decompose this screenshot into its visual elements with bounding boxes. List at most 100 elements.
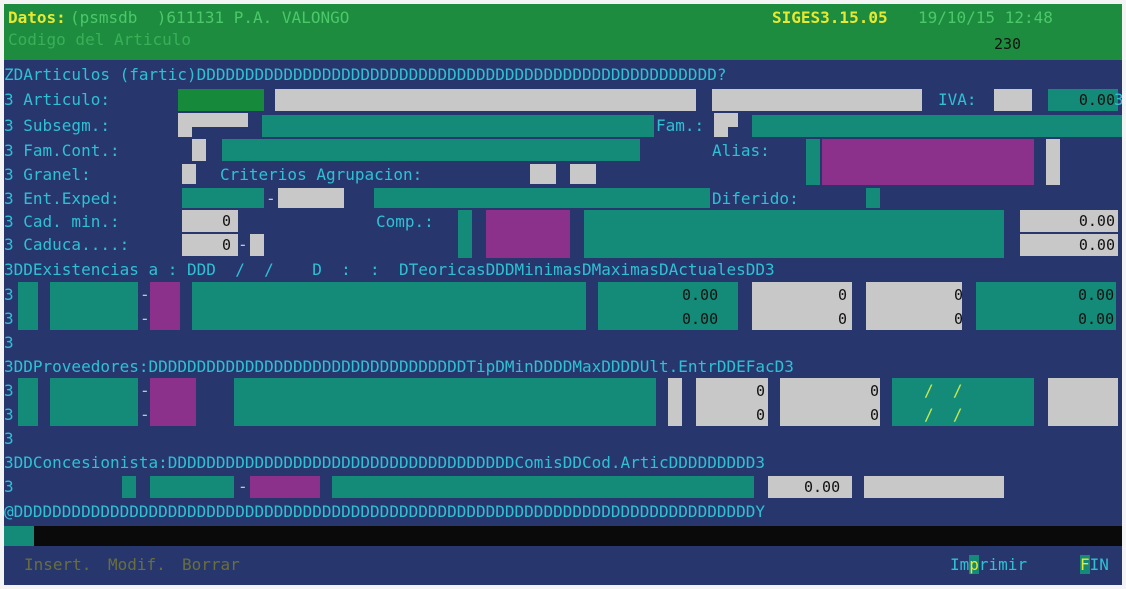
proveedores-subcode-field[interactable] <box>150 378 196 426</box>
proveedores-ultentr-2: / / <box>924 405 963 424</box>
subsegm-description-field[interactable] <box>262 115 654 137</box>
concesionista-edge: 3 <box>4 477 14 496</box>
proveedores-code-field[interactable] <box>50 378 138 426</box>
granel-label: 3 Granel: <box>4 165 91 184</box>
existencias-almacen-field[interactable] <box>50 282 138 330</box>
famcont-label: 3 Fam.Cont.: <box>4 141 120 160</box>
proveedores-max-1: 0 <box>870 382 880 400</box>
fam-code-corner <box>714 127 728 137</box>
proveedores-efac-field[interactable] <box>1048 378 1118 426</box>
command-line[interactable] <box>4 526 1122 546</box>
existencias-dash-2: - <box>140 309 150 328</box>
proveedores-min-1: 0 <box>756 382 766 400</box>
bottom-border: @DDDDDDDDDDDDDDDDDDDDDDDDDDDDDDDDDDDDDDD… <box>4 502 765 521</box>
alias-label: Alias: <box>712 141 770 160</box>
version-label: SIGES3.15.05 <box>772 8 888 27</box>
existencias-maximas-1: 0 <box>954 286 964 304</box>
articulo-code-field[interactable] <box>178 89 264 111</box>
fin-key[interactable]: FIN <box>1080 554 1109 576</box>
proveedores-ultentr-1: / / <box>924 381 963 400</box>
fam-label: Fam.: <box>656 116 705 135</box>
imprimir-part-a: Im <box>950 555 970 574</box>
existencias-edge-2: 3 <box>4 309 14 328</box>
proveedores-prefix-field[interactable] <box>18 378 38 426</box>
diferido-label: Diferido: <box>712 189 799 208</box>
proveedores-section-header: 3DDProveedores:DDDDDDDDDDDDDDDDDDDDDDDDD… <box>4 357 794 376</box>
existencias-maximas-2: 0 <box>954 310 964 328</box>
existencias-prefix-field[interactable] <box>18 282 38 330</box>
existencias-minimas-field[interactable] <box>752 282 852 330</box>
proveedores-dash-2: - <box>140 405 150 424</box>
subsegm-label: 3 Subsegm.: <box>4 116 110 135</box>
proveedores-edge-2: 3 <box>4 405 14 424</box>
fam-code-field[interactable] <box>714 113 738 127</box>
cadmin-field[interactable]: 0 <box>182 210 238 232</box>
fin-hotkey: F <box>1080 555 1090 574</box>
caduca-right-field[interactable]: 0.00 <box>1020 234 1118 256</box>
famcont-description-field[interactable] <box>222 139 640 161</box>
caduca-field[interactable]: 0 <box>182 234 238 256</box>
existencias-edge-3: 3 <box>4 333 14 352</box>
articulo-label: 3 Articulo: <box>4 90 110 109</box>
concesionista-section-header: 3DDConcesionista:DDDDDDDDDDDDDDDDDDDDDDD… <box>4 453 765 472</box>
insert-key[interactable]: Insert. <box>24 554 91 576</box>
concesionista-name-field[interactable] <box>332 476 754 498</box>
caduca-unit-field[interactable] <box>250 234 264 256</box>
alias-suffix-field[interactable] <box>1046 139 1060 185</box>
proveedores-max-field[interactable] <box>780 378 880 426</box>
proveedores-max-2: 0 <box>870 406 880 424</box>
iva-label: IVA: <box>938 90 977 109</box>
comp-magenta-field[interactable] <box>486 210 570 258</box>
existencias-maximas-field[interactable] <box>866 282 962 330</box>
caduca-dash: - <box>238 235 248 254</box>
fam-description-field[interactable] <box>752 115 1122 137</box>
proveedores-name-field[interactable] <box>234 378 656 426</box>
existencias-actuales-1: 0.00 <box>1078 286 1115 304</box>
criterios-label: Criterios Agrupacion: <box>220 165 423 184</box>
alias-field[interactable] <box>822 139 1034 185</box>
entexped-subcode-field[interactable] <box>278 188 344 208</box>
existencias-teoricas-2: 0.00 <box>682 310 719 328</box>
alias-prefix-field <box>806 139 820 185</box>
comp-label: Comp.: <box>376 212 434 231</box>
criterios-field-1[interactable] <box>530 164 556 184</box>
terminal-screen: Datos: (psmsdb )611131 P.A. VALONGO SIGE… <box>4 4 1122 585</box>
diferido-field[interactable] <box>866 188 880 208</box>
codigo-value[interactable]: 230 <box>994 34 1021 54</box>
iva-value-field[interactable]: 0.00 <box>1048 89 1118 111</box>
datos-value: (psmsdb )611131 P.A. VALONGO <box>70 8 350 27</box>
existencias-edge-1: 3 <box>4 285 14 304</box>
proveedores-dash-1: - <box>140 381 150 400</box>
modif-key[interactable]: Modif. <box>108 554 166 576</box>
borrar-key[interactable]: Borrar <box>182 554 240 576</box>
concesionista-code-field[interactable] <box>150 476 234 498</box>
existencias-actuales-2: 0.00 <box>1078 310 1115 328</box>
proveedores-ultentr-field[interactable] <box>892 378 1034 426</box>
articulo-description-field[interactable] <box>275 89 696 111</box>
existencias-code-field[interactable] <box>150 282 180 330</box>
right-edge: 3 <box>1114 90 1122 109</box>
iva-code-field[interactable] <box>994 89 1032 111</box>
comp-description-field[interactable] <box>584 210 1004 258</box>
concesionista-prefix-field[interactable] <box>122 476 136 498</box>
comp-code-field[interactable] <box>458 210 472 258</box>
proveedores-tip-field[interactable] <box>668 378 682 426</box>
subsegm-code-field[interactable] <box>178 113 248 127</box>
articulo-extra-field[interactable] <box>712 89 922 111</box>
entexped-description-field[interactable] <box>374 188 710 208</box>
codigo-label: Codigo del Articulo <box>8 30 192 49</box>
existencias-minimas-1: 0 <box>838 286 848 304</box>
fin-part-rest: IN <box>1089 555 1109 574</box>
datetime: 19/10/15 12:48 <box>918 8 1053 27</box>
granel-field[interactable] <box>182 164 196 184</box>
imprimir-part-c: rimir <box>978 555 1028 574</box>
proveedores-min-2: 0 <box>756 406 766 424</box>
imprimir-key[interactable]: Imprimir <box>950 554 1027 576</box>
comp-value-field[interactable]: 0.00 <box>1020 210 1118 232</box>
concesionista-subcode-field[interactable] <box>250 476 320 498</box>
criterios-field-2[interactable] <box>570 164 596 184</box>
entexped-code-field[interactable] <box>182 188 264 208</box>
existencias-description-field[interactable] <box>192 282 586 330</box>
famcont-code-field[interactable] <box>192 139 206 161</box>
concesionista-codartic-field[interactable] <box>864 476 1004 498</box>
